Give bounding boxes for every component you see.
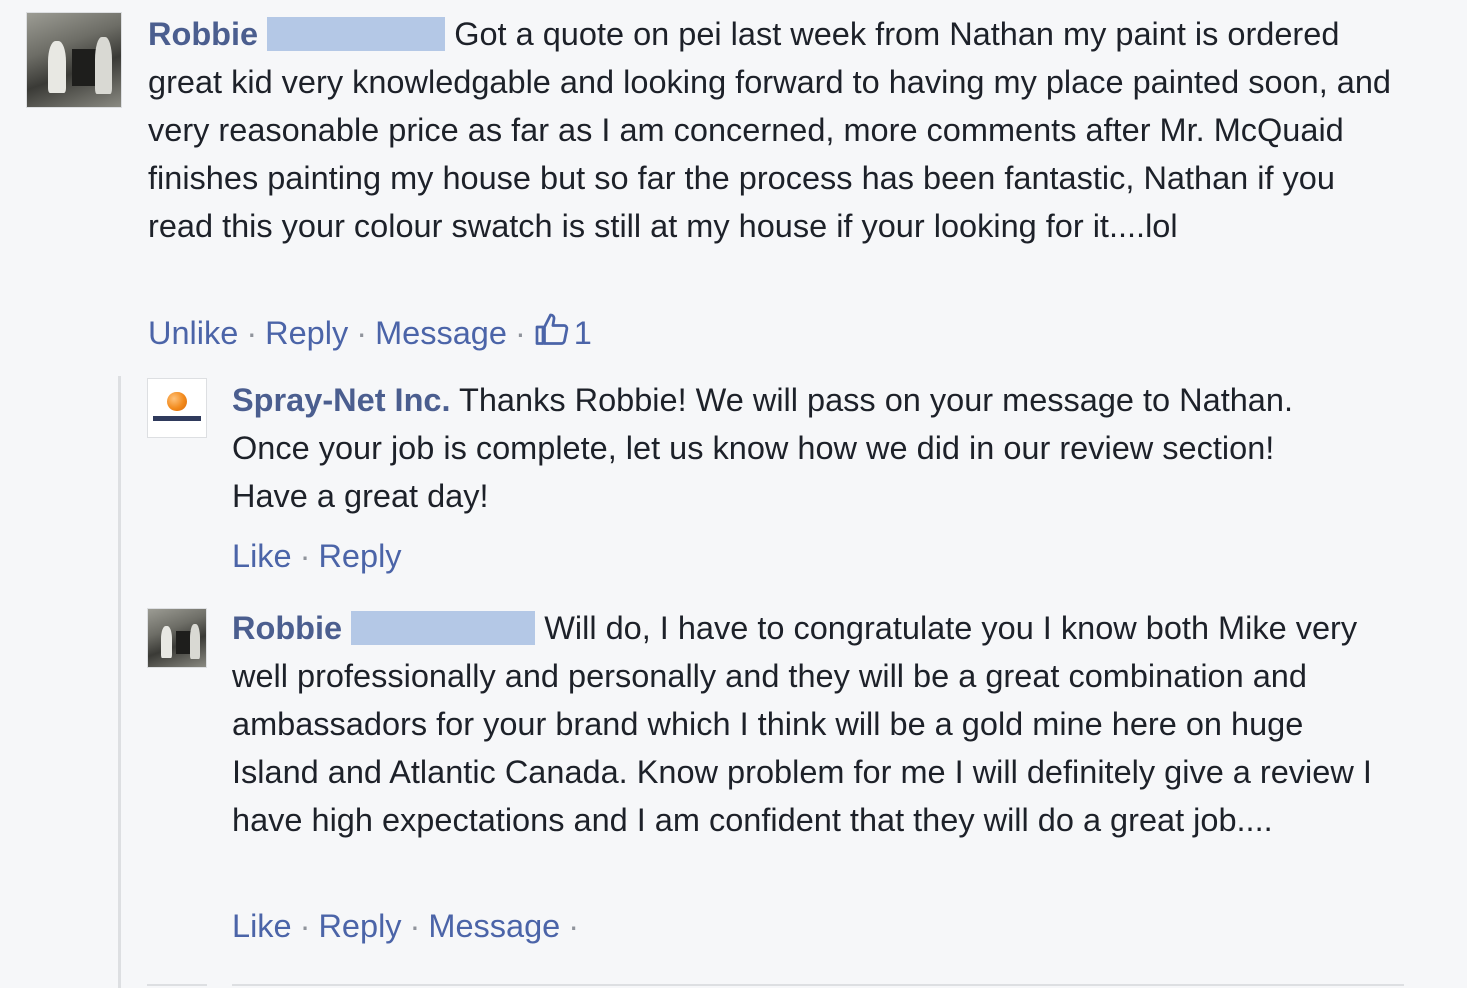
- comment-author[interactable]: Robbie: [148, 16, 258, 52]
- comment-body: Robbie Got a quote on pei last week from…: [148, 10, 1408, 250]
- like-link[interactable]: Like: [232, 538, 292, 574]
- avatar[interactable]: [26, 12, 122, 108]
- message-link[interactable]: Message: [428, 908, 560, 944]
- like-link[interactable]: Like: [232, 908, 292, 944]
- like-count[interactable]: 1: [534, 313, 592, 351]
- reply-link[interactable]: Reply: [318, 538, 401, 574]
- unlike-link[interactable]: Unlike: [148, 315, 238, 351]
- message-link[interactable]: Message: [375, 315, 507, 351]
- reply-actions: Like · Reply: [232, 538, 402, 574]
- reply-link[interactable]: Reply: [265, 315, 348, 351]
- reply: Spray-Net Inc. Thanks Robbie! We will pa…: [0, 370, 1467, 590]
- reply-body: Spray-Net Inc. Thanks Robbie! We will pa…: [232, 376, 1332, 520]
- avatar[interactable]: [147, 378, 207, 438]
- reply-author[interactable]: Robbie: [232, 610, 342, 646]
- divider: [232, 984, 1404, 986]
- reply: Robbie Will do, I have to congratulate y…: [0, 598, 1467, 958]
- redacted-name: [351, 611, 536, 645]
- divider: [147, 984, 207, 986]
- comment: Robbie Got a quote on pei last week from…: [0, 0, 1467, 370]
- reply-author[interactable]: Spray-Net Inc.: [232, 382, 451, 418]
- like-count-value: 1: [573, 315, 592, 351]
- avatar[interactable]: [147, 608, 207, 668]
- reply-link[interactable]: Reply: [318, 908, 401, 944]
- redacted-name: [267, 17, 446, 51]
- reply-body: Robbie Will do, I have to congratulate y…: [232, 604, 1392, 844]
- thumbs-up-icon: [535, 313, 569, 345]
- comment-actions: Unlike · Reply · Message · 1: [148, 312, 592, 353]
- reply-actions: Like · Reply · Message ·: [232, 908, 580, 944]
- comment-thread: Robbie Got a quote on pei last week from…: [0, 0, 1467, 988]
